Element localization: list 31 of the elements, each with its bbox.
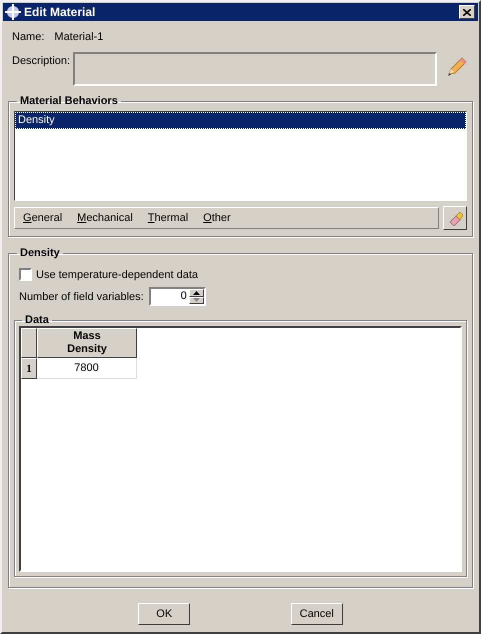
checkbox-label: Use temperature-dependent data <box>36 268 198 280</box>
pencil-icon <box>445 56 467 78</box>
checkbox[interactable] <box>19 268 32 281</box>
name-value: Material-1 <box>54 31 104 45</box>
row-header[interactable]: 1 <box>21 358 37 379</box>
menu-item[interactable]: Thermal <box>148 212 188 224</box>
eraser-button[interactable] <box>443 206 467 230</box>
description-label: Description: <box>12 55 72 67</box>
menu-item[interactable]: General <box>23 212 62 224</box>
column-header[interactable]: Mass Density <box>37 328 137 358</box>
menu-item[interactable]: Mechanical <box>77 212 133 224</box>
number-field[interactable]: 0 <box>148 287 206 306</box>
dialog-button[interactable]: OK <box>138 603 190 625</box>
close-icon <box>463 8 471 16</box>
group-title: Data <box>24 314 50 326</box>
field-variables-label: Number of field variables: <box>19 290 144 302</box>
app-icon <box>5 4 21 20</box>
down-arrow-icon <box>192 298 200 302</box>
eraser-icon <box>447 210 463 226</box>
list-item[interactable]: Density <box>15 112 466 129</box>
spin-up-button[interactable] <box>188 289 204 296</box>
close-button[interactable] <box>459 5 475 19</box>
dialog-button[interactable]: Cancel <box>290 603 343 625</box>
group-title: Density <box>19 247 61 259</box>
name-label: Name: <box>12 31 44 45</box>
table-cell[interactable]: 7800 <box>37 358 137 379</box>
up-arrow-icon <box>192 290 200 295</box>
group-title: Material Behaviors <box>19 95 119 107</box>
description-field[interactable] <box>73 52 437 86</box>
menu-item[interactable]: Other <box>203 212 231 224</box>
window-title: Edit Material <box>24 5 96 19</box>
